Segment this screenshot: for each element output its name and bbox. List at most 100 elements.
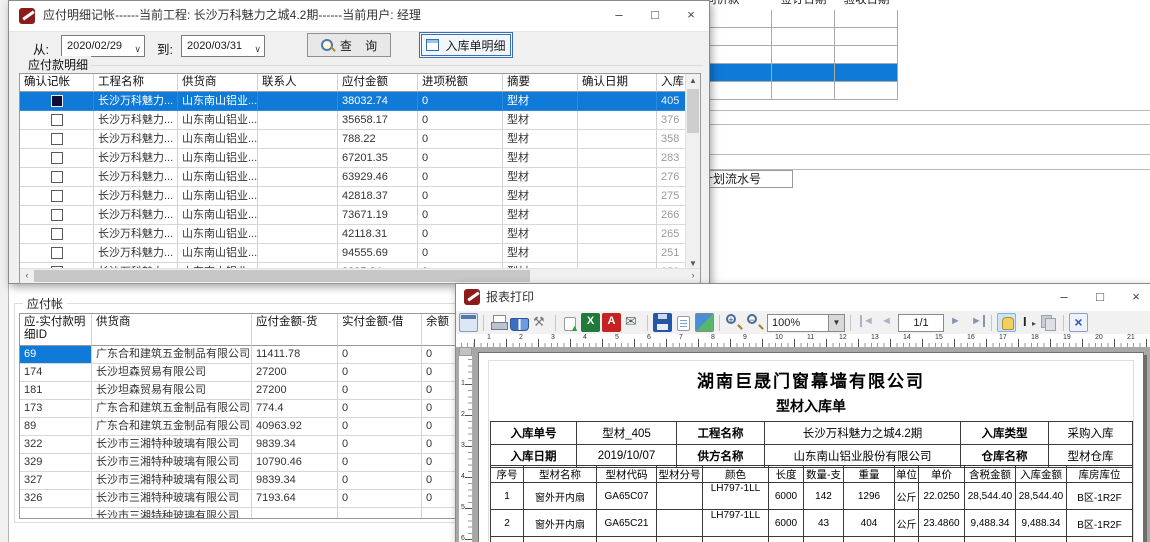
vertical-scrollbar[interactable]: ▲ ▼ [685,74,700,271]
report-info-row: 入库单号型材_405工程名称长沙万科魅力之城4.2期入库类型采购入库 [491,422,1133,445]
cell [772,10,835,28]
minimize-button[interactable]: – [1046,284,1082,310]
column-header[interactable]: 联系人 [258,74,338,92]
confirm-checkbox[interactable] [51,247,63,259]
horizontal-scrollbar[interactable]: ‹ › [20,268,700,283]
table-row[interactable]: 长沙万科魅力...山东南山铝业...67201.350型材283 [20,149,688,168]
table-row[interactable]: 长沙万科魅力...山东南山铝业...73671.190型材266 [20,206,688,225]
properties-icon[interactable] [459,313,478,332]
page-indicator[interactable]: 1/1 [898,314,944,332]
scrollbar-thumb[interactable] [34,270,530,282]
scroll-left-icon[interactable]: ‹ [20,269,34,283]
column-header[interactable]: 应付金额 [338,74,418,92]
close-button[interactable]: × [673,1,709,30]
minimize-button[interactable]: – [601,1,637,30]
cell: 0 [338,490,422,508]
tools-icon[interactable] [531,313,550,332]
column-header[interactable]: 入库 [657,74,688,92]
stockin-detail-button[interactable]: 入库单明细 [419,32,513,58]
zoom-in-icon[interactable] [725,313,744,332]
cell: 0 [418,244,503,263]
zoom-out-icon[interactable] [746,313,765,332]
cell: 长沙坦森贸易有限公司 [92,364,252,382]
confirm-checkbox[interactable] [51,95,63,107]
confirm-checkbox[interactable] [51,114,63,126]
divider [660,124,1150,125]
chevron-down-icon[interactable]: ▼ [828,315,844,331]
column-header[interactable]: 应付金额-货 [252,314,338,346]
table-row[interactable]: 长沙万科魅力...山东南山铝业...94555.690型材251 [20,244,688,263]
confirm-checkbox[interactable] [51,152,63,164]
grid-icon[interactable] [695,313,714,332]
cell [20,225,94,244]
close-button[interactable]: × [1118,284,1150,310]
cell [258,130,338,149]
column-header[interactable]: 应-实付款明细ID [20,314,92,346]
report-cell [844,537,895,542]
prev-page-icon[interactable] [877,313,896,332]
cell: 0 [338,400,422,418]
column-header: 单价 [919,466,965,483]
from-date-select[interactable]: 2020/02/29 ∨ [61,35,145,57]
scrollbar-thumb[interactable] [687,89,699,133]
column-header[interactable]: 摘要 [503,74,578,92]
column-header[interactable]: 实付金额-借 [338,314,422,346]
cell: 山东南山铝业... [178,244,258,263]
column-header[interactable]: 工程名称 [94,74,178,92]
column-header[interactable]: 供货商 [178,74,258,92]
column-header[interactable]: 确认记帐 [20,74,94,92]
document-icon[interactable] [677,316,690,331]
copy-pages-icon[interactable] [1039,313,1058,332]
first-page-icon[interactable] [856,313,875,332]
table-row[interactable]: 长沙万科魅力...山东南山铝业...63929.460型材276 [20,168,688,187]
ruler-number: 9 [743,334,747,341]
column-header[interactable]: 签订日期 [772,0,835,10]
maximize-button[interactable]: □ [1082,284,1118,310]
print-icon[interactable] [489,313,508,332]
cell: 42118.31 [338,225,418,244]
scroll-right-icon[interactable]: › [686,269,700,283]
text-select-icon[interactable] [1018,313,1037,332]
column-header[interactable]: 验收日期 [835,0,898,10]
cell: 0 [338,418,422,436]
last-page-icon[interactable] [967,313,986,332]
cell [578,168,657,187]
table-row[interactable]: 长沙万科魅力...山东南山铝业...42818.370型材275 [20,187,688,206]
report-window-titlebar[interactable]: 报表打印 – □ × [456,284,1150,312]
table-row[interactable]: 长沙万科魅力...山东南山铝业...35658.170型材376 [20,111,688,130]
confirm-checkbox[interactable] [51,209,63,221]
column-header[interactable]: 确认日期 [578,74,657,92]
confirm-checkbox[interactable] [51,228,63,240]
query-button[interactable]: 查 询 [307,33,391,57]
save-icon[interactable] [653,313,672,332]
table-row[interactable]: 长沙万科魅力...山东南山铝业...788.220型材358 [20,130,688,149]
cell: 0 [418,206,503,225]
scroll-up-icon[interactable]: ▲ [686,74,700,88]
confirm-checkbox[interactable] [51,171,63,183]
book-icon[interactable] [510,318,529,331]
pdf-icon[interactable] [602,313,621,332]
zoom-select[interactable]: 100%▼ [767,314,845,332]
report-cell: LH797-1LL [703,483,769,510]
export-icon[interactable] [564,317,576,331]
next-page-icon[interactable] [946,313,965,332]
cell: 广东合和建筑五金制品有限公司 [92,418,252,436]
maximize-button[interactable]: □ [637,1,673,30]
column-header[interactable]: 供货商 [92,314,252,346]
cell [835,64,898,82]
cell: 73671.19 [338,206,418,225]
close-preview-icon[interactable] [1069,313,1088,332]
confirm-checkbox[interactable] [51,133,63,145]
column-header[interactable]: 进项税额 [418,74,503,92]
to-date-select[interactable]: 2020/03/31 ∨ [181,35,265,57]
table-row[interactable]: 长沙万科魅力...山东南山铝业...42118.310型材265 [20,225,688,244]
excel-icon[interactable] [581,313,600,332]
cell: 27200 [252,382,338,400]
mail-icon[interactable] [623,313,642,332]
payable-window-titlebar[interactable]: 应付明细记帐------当前工程: 长沙万科魅力之城4.2期------当前用户… [9,1,709,32]
table-row[interactable]: 长沙万科魅力...山东南山铝业...38032.740型材405 [20,92,688,111]
confirm-checkbox[interactable] [51,190,63,202]
report-cell [804,537,844,542]
cell: 283 [657,149,688,168]
hand-tool-icon[interactable] [997,313,1016,332]
